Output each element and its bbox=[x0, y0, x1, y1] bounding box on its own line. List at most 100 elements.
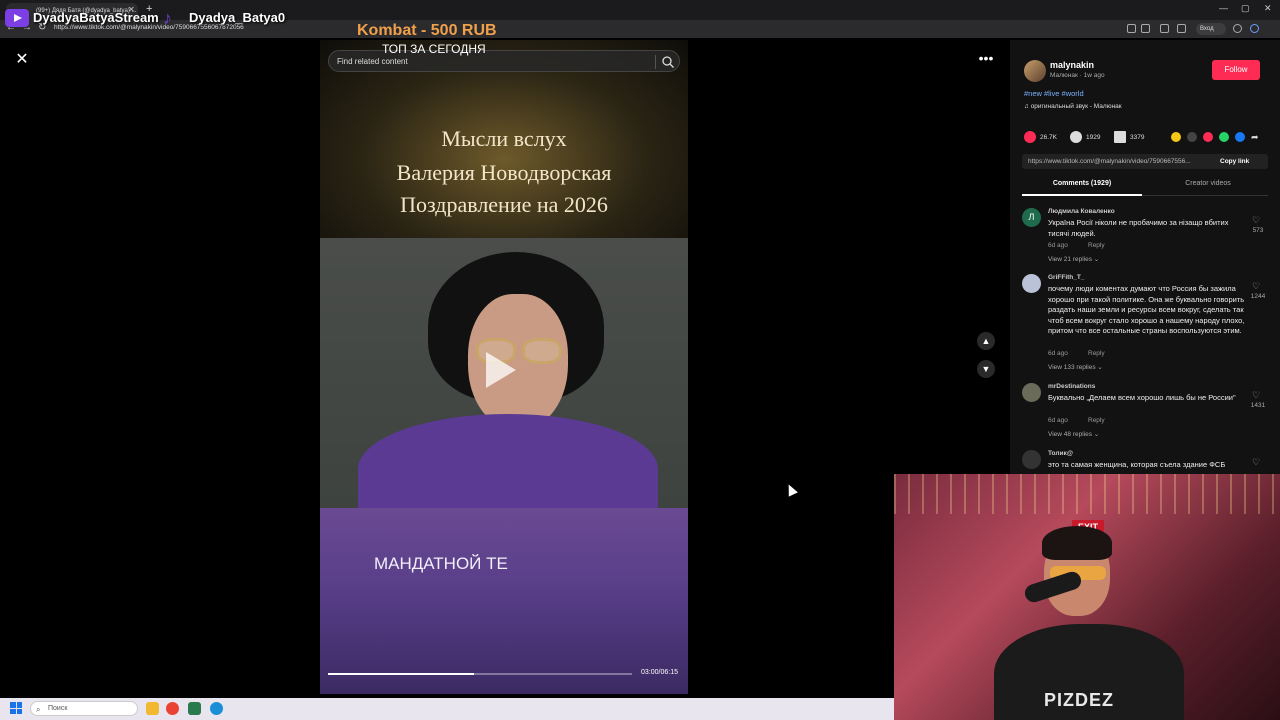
search-icon[interactable] bbox=[661, 55, 675, 69]
taskbar-search-label: Поиск bbox=[48, 705, 68, 712]
view-replies-label: View 133 replies bbox=[1048, 364, 1096, 371]
comment-text: это та самая женщина, которая съела здан… bbox=[1048, 460, 1226, 469]
panel-tabs: Comments (1929) Creator videos bbox=[1022, 176, 1268, 196]
like-button[interactable]: 26.7K bbox=[1024, 130, 1057, 144]
view-replies-label: View 48 replies bbox=[1048, 431, 1092, 438]
shirt-text: PIZDEZ bbox=[1044, 690, 1115, 710]
comment-author[interactable]: GriFFith_T_ bbox=[1048, 274, 1084, 281]
video-frame-speaker bbox=[320, 238, 688, 524]
video-player[interactable]: Мысли вслух Валерия Новодворская Поздрав… bbox=[320, 40, 688, 694]
share-code-icon[interactable] bbox=[1187, 132, 1197, 142]
avatar[interactable]: Л bbox=[1022, 208, 1041, 227]
profile-button[interactable]: Вход bbox=[1196, 23, 1226, 35]
webcam-overlay: EXIT PIZDEZ bbox=[894, 474, 1280, 720]
comment-like-icon[interactable]: ♡ bbox=[1252, 457, 1260, 468]
app-icon[interactable] bbox=[188, 702, 201, 715]
tiktok-name: Dyadya_Batya0 bbox=[189, 10, 286, 25]
save-button[interactable]: 3379 bbox=[1114, 130, 1144, 144]
address-bar[interactable]: https://www.tiktok.com/@malynakin/video/… bbox=[54, 24, 244, 31]
apps-icon[interactable] bbox=[1127, 24, 1136, 33]
more-options-icon[interactable]: ••• bbox=[978, 51, 994, 68]
donation-banner: Kombat - 500 RUB bbox=[357, 22, 497, 39]
windows-start-icon[interactable] bbox=[10, 702, 22, 714]
taskbar-search[interactable]: ⌕ Поиск bbox=[30, 701, 138, 716]
extensions-icon[interactable] bbox=[1160, 24, 1169, 33]
reply-button[interactable]: Reply bbox=[1088, 417, 1105, 424]
copy-link-button[interactable]: Copy link bbox=[1220, 158, 1249, 165]
streamer-hair bbox=[1042, 526, 1112, 560]
chrome-icon[interactable] bbox=[166, 702, 179, 715]
reply-button[interactable]: Reply bbox=[1088, 242, 1105, 249]
copilot-icon[interactable] bbox=[1250, 24, 1259, 33]
view-replies-button[interactable]: View 133 replies ⌄ bbox=[1048, 363, 1103, 371]
view-replies-label: View 21 replies bbox=[1048, 256, 1092, 263]
username[interactable]: malynakin bbox=[1050, 60, 1094, 70]
related-search-bar[interactable]: Find related content bbox=[328, 50, 680, 72]
file-explorer-icon[interactable] bbox=[146, 702, 159, 715]
bookmark-icon bbox=[1114, 131, 1126, 143]
play-icon[interactable] bbox=[486, 352, 516, 388]
share-embed-icon[interactable] bbox=[1171, 132, 1181, 142]
menu-icon[interactable] bbox=[1233, 24, 1242, 33]
comment-like-icon[interactable]: ♡ bbox=[1252, 390, 1260, 401]
comment-like-count: 573 bbox=[1252, 227, 1264, 234]
comment-author[interactable]: mrDestinations bbox=[1048, 383, 1095, 390]
stream-name: DyadyaBatyaStream bbox=[33, 10, 159, 25]
favorites-icon[interactable] bbox=[1177, 24, 1186, 33]
progress-bar[interactable] bbox=[328, 673, 632, 675]
window-close-icon[interactable]: ✕ bbox=[1264, 3, 1272, 14]
heart-icon bbox=[1024, 131, 1036, 143]
tab-creator-videos[interactable]: Creator videos bbox=[1148, 180, 1268, 187]
sound-name: оригинальный звук - Малюнак bbox=[1030, 103, 1122, 110]
follow-button[interactable]: Follow bbox=[1212, 60, 1260, 80]
string-lights bbox=[894, 474, 1280, 514]
share-whatsapp-icon[interactable] bbox=[1219, 132, 1229, 142]
comment-age: 6d ago bbox=[1048, 242, 1068, 249]
comment-like-icon[interactable]: ♡ bbox=[1252, 215, 1260, 226]
save-count: 3379 bbox=[1130, 133, 1145, 141]
comment-age: 6d ago bbox=[1048, 350, 1068, 357]
share-send-icon[interactable] bbox=[1203, 132, 1213, 142]
video-title-line-1: Мысли вслух bbox=[441, 126, 567, 151]
view-replies-button[interactable]: View 21 replies ⌄ bbox=[1048, 255, 1099, 263]
hashtags[interactable]: #new #live #world bbox=[1024, 89, 1084, 98]
search-input[interactable]: Find related content bbox=[337, 57, 408, 66]
tiktok-logo-icon: ♪ bbox=[163, 8, 172, 28]
maximize-icon[interactable]: ▢ bbox=[1241, 3, 1250, 14]
share-facebook-icon[interactable] bbox=[1235, 132, 1245, 142]
edge-icon[interactable] bbox=[210, 702, 223, 715]
previous-video-icon[interactable]: ▲ bbox=[977, 332, 995, 350]
comment-like-icon[interactable]: ♡ bbox=[1252, 281, 1260, 292]
progress-fill bbox=[328, 673, 474, 675]
search-icon: ⌕ bbox=[36, 705, 41, 714]
like-count: 26.7K bbox=[1040, 133, 1057, 141]
comment-button[interactable]: 1929 bbox=[1070, 130, 1100, 144]
twitch-logo-icon bbox=[5, 9, 29, 27]
sound-link[interactable]: ♫ оригинальный звук - Малюнак bbox=[1024, 103, 1122, 110]
top-today-label: ТОП ЗА СЕГОДНЯ bbox=[382, 42, 486, 56]
view-replies-button[interactable]: View 48 replies ⌄ bbox=[1048, 430, 1099, 438]
video-title-line-3: Поздравление на 2026 bbox=[400, 192, 608, 217]
next-video-icon[interactable]: ▼ bbox=[977, 360, 995, 378]
reply-button[interactable]: Reply bbox=[1088, 350, 1105, 357]
avatar[interactable] bbox=[1024, 60, 1046, 82]
comment-author[interactable]: Толик@ bbox=[1048, 450, 1073, 457]
tab-comments[interactable]: Comments (1929) bbox=[1022, 180, 1142, 187]
comment-author[interactable]: Людмила Коваленко bbox=[1048, 208, 1115, 215]
taskbar: ⌕ Поиск bbox=[0, 698, 894, 720]
share-more-icon[interactable]: ➦ bbox=[1251, 132, 1261, 142]
search-divider bbox=[655, 55, 656, 69]
video-caption-area: МАНДАТНОЙ ТЕ bbox=[320, 508, 688, 694]
close-icon[interactable]: ✕ bbox=[12, 50, 32, 70]
comment-like-count: 1431 bbox=[1250, 402, 1266, 409]
author-subtitle: Малюнак · 1w ago bbox=[1050, 72, 1105, 79]
avatar[interactable] bbox=[1022, 450, 1041, 469]
avatar[interactable] bbox=[1022, 274, 1041, 293]
comment-icon bbox=[1070, 131, 1082, 143]
video-title-line-2: Валерия Новодворская bbox=[396, 160, 612, 185]
bookmark-star-icon[interactable] bbox=[1141, 24, 1150, 33]
avatar[interactable] bbox=[1022, 383, 1041, 402]
comment-text: почему люди коментах думают что Россия б… bbox=[1048, 284, 1245, 335]
minimize-icon[interactable]: — bbox=[1219, 3, 1228, 13]
comment-like-count: 1244 bbox=[1250, 293, 1266, 300]
